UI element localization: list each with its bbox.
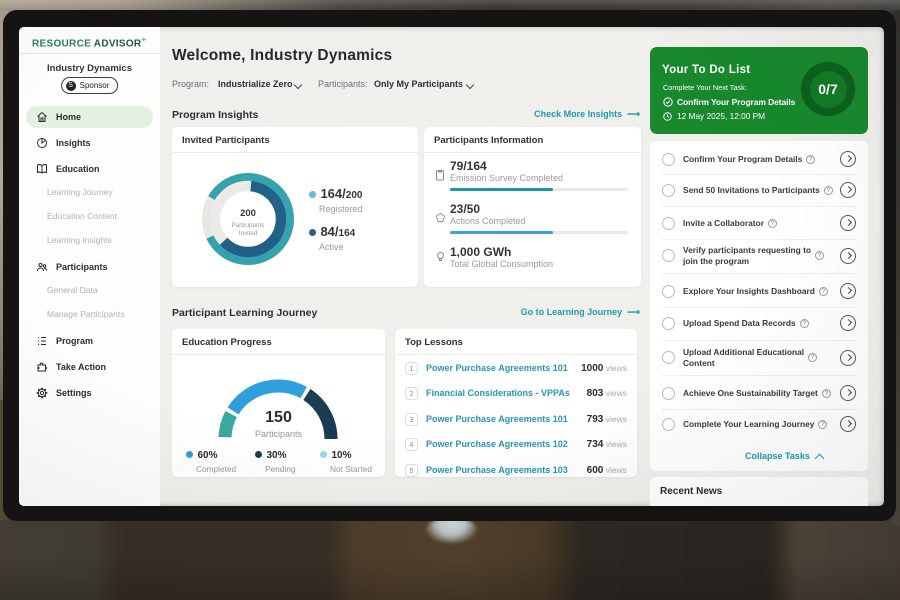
svg-text:200: 200 — [240, 208, 256, 219]
svg-text:Invited: Invited — [239, 230, 258, 237]
svg-text:Participants: Participants — [232, 222, 265, 229]
